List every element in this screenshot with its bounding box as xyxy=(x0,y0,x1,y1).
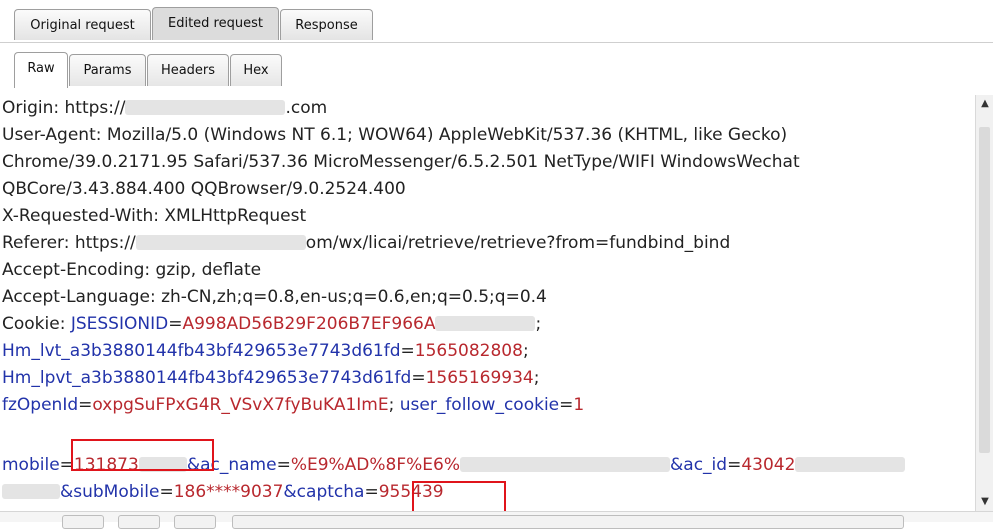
tab-response[interactable]: Response xyxy=(280,9,373,40)
tab-raw[interactable]: Raw xyxy=(14,52,68,88)
hm-lvt-line: Hm_lvt_a3b3880144fb43bf429653e7743d61fd=… xyxy=(2,341,529,361)
tab-edited-request[interactable]: Edited request xyxy=(152,7,279,40)
redacted-domain xyxy=(135,235,306,250)
scroll-down-icon[interactable]: ▼ xyxy=(976,493,993,511)
request-tabs: Original request Edited request Response xyxy=(0,0,993,44)
redacted-session xyxy=(435,316,536,331)
referer-line: Referer: https://om/wx/licai/retrieve/re… xyxy=(2,233,731,253)
redacted-id-tail xyxy=(2,484,60,499)
captcha-highlight xyxy=(412,481,506,511)
redacted-domain xyxy=(125,100,286,115)
raw-request-editor[interactable]: Origin: https://.com User-Agent: Mozilla… xyxy=(0,95,975,511)
vertical-scrollbar[interactable]: ▲ ▼ xyxy=(975,95,993,511)
redacted-id xyxy=(795,457,906,472)
openid-line: fzOpenId=oxpgSuFPxG4R_VSvX7fyBuKA1ImE; u… xyxy=(2,395,585,415)
user-agent-line-2: Chrome/39.0.2171.95 Safari/537.36 MicroM… xyxy=(2,152,800,172)
accept-language-line: Accept-Language: zh-CN,zh;q=0.8,en-us;q=… xyxy=(2,287,547,307)
tab-divider xyxy=(0,42,993,43)
hm-lpvt-line: Hm_lpvt_a3b3880144fb43bf429653e7743d61fd… xyxy=(2,368,540,388)
body-line-2: &subMobile=186****9037&captcha=955439 xyxy=(2,479,444,506)
tab-original-request[interactable]: Original request xyxy=(14,9,151,40)
accept-encoding-line: Accept-Encoding: gzip, deflate xyxy=(2,260,262,280)
origin-line: Origin: https://.com xyxy=(2,98,328,118)
cookie-line: Cookie: JSESSIONID=A998AD56B29F206B7EF96… xyxy=(2,314,542,334)
tab-hex[interactable]: Hex xyxy=(230,54,282,86)
mobile-highlight xyxy=(71,439,214,471)
scroll-up-icon[interactable]: ▲ xyxy=(976,95,993,113)
user-agent-line-3: QBCore/3.43.884.400 QQBrowser/9.0.2524.4… xyxy=(2,179,406,199)
x-requested-with-line: X-Requested-With: XMLHttpRequest xyxy=(2,206,307,226)
toolbar-button[interactable] xyxy=(174,515,216,529)
search-field[interactable] xyxy=(232,515,904,529)
view-tabs: Raw Params Headers Hex xyxy=(0,50,993,143)
toolbar-button[interactable] xyxy=(118,515,160,529)
tab-headers[interactable]: Headers xyxy=(147,54,229,86)
toolbar-button[interactable] xyxy=(62,515,104,529)
user-agent-line-1: User-Agent: Mozilla/5.0 (Windows NT 6.1;… xyxy=(2,125,788,145)
redacted-name xyxy=(460,457,671,472)
scrollbar-thumb[interactable] xyxy=(979,127,990,453)
tab-params[interactable]: Params xyxy=(69,54,146,86)
